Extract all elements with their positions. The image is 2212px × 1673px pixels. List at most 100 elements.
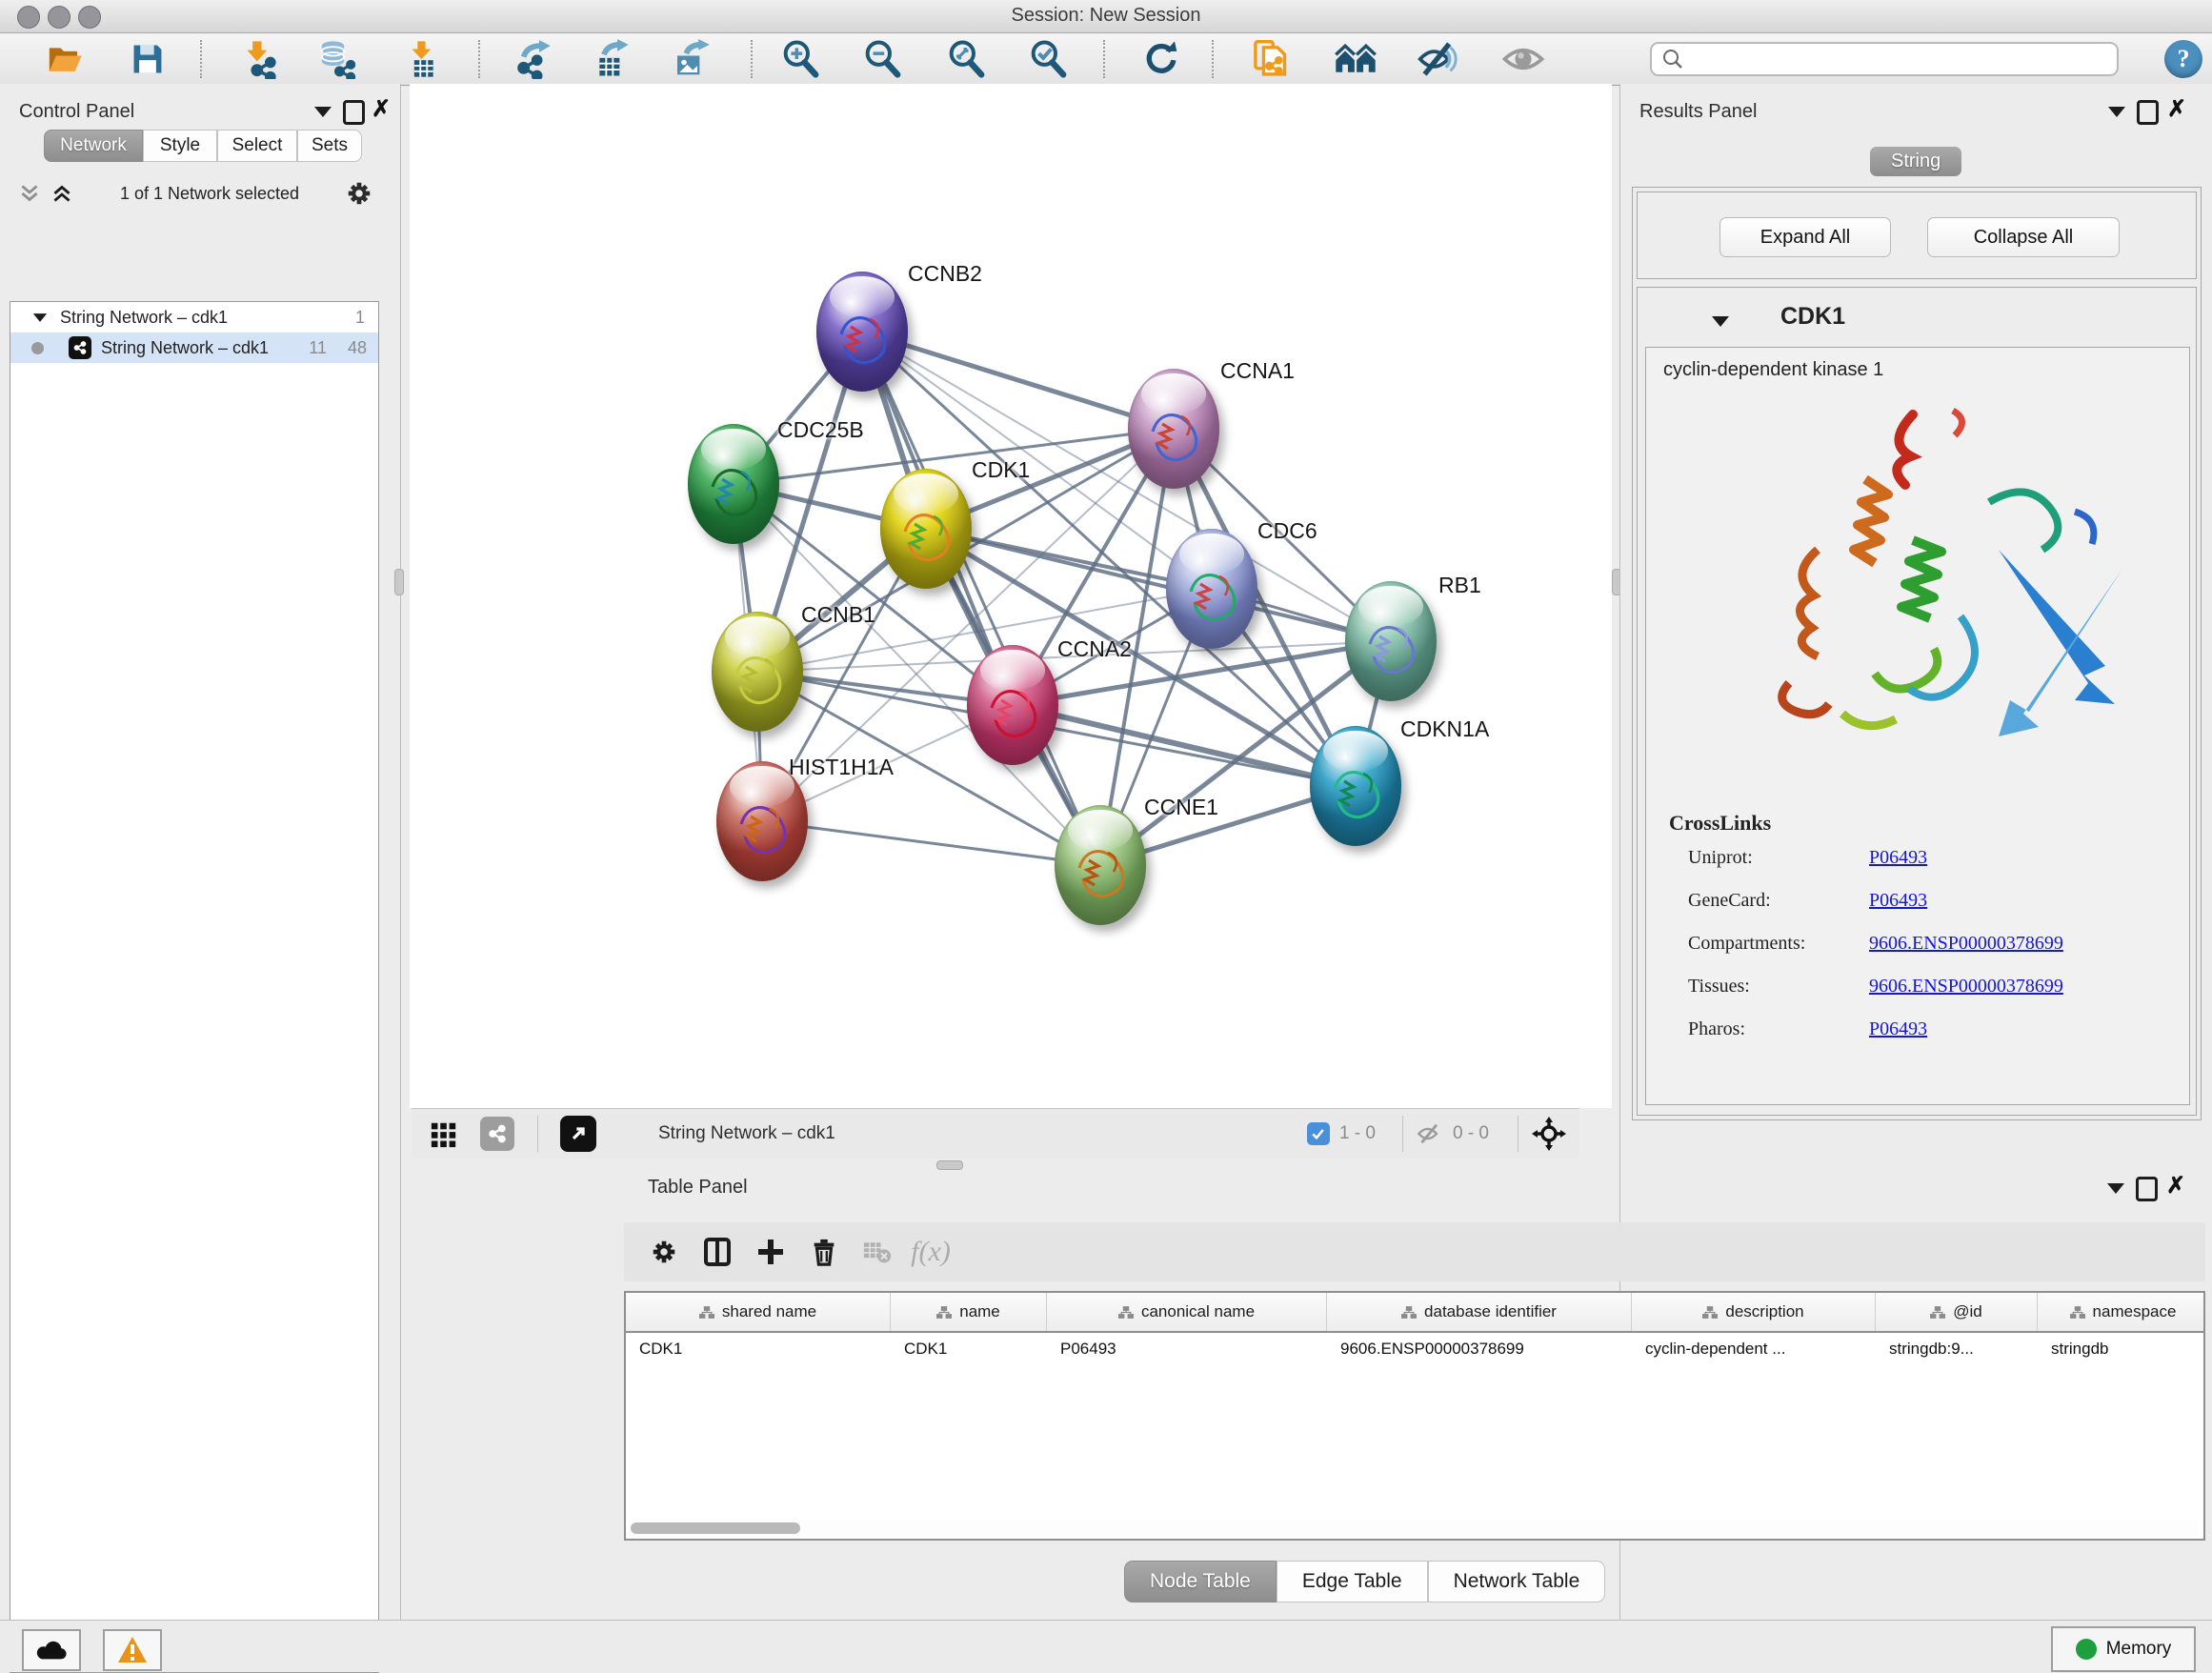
table-cell[interactable]: CDK1 [626,1333,891,1367]
delete-table-button[interactable] [851,1227,904,1277]
tab-network-table[interactable]: Network Table [1428,1561,1606,1602]
column-header-description[interactable]: description [1632,1293,1876,1331]
table-hscrollbar[interactable] [629,1521,2199,1536]
column-header-database-identifier[interactable]: database identifier [1327,1293,1632,1331]
import-network-file-button[interactable] [236,38,280,80]
tab-node-table[interactable]: Node Table [1124,1561,1277,1602]
expand-all-button[interactable]: Expand All [1719,217,1891,257]
show-columns-button[interactable] [691,1227,744,1277]
zoom-out-button[interactable] [861,38,905,80]
node-CCNE1[interactable] [1055,805,1146,925]
network-view-mode-button[interactable] [471,1109,524,1159]
table-panel-float-icon[interactable] [2136,1177,2158,1201]
gene-expander-icon[interactable] [1712,316,1729,327]
help-button[interactable]: ? [2164,40,2202,78]
node-CCNA1[interactable] [1128,369,1219,489]
crosslink-link[interactable]: 9606.ENSP00000378699 [1869,933,2063,955]
node-CCNA2[interactable] [967,645,1058,765]
tab-string[interactable]: String [1870,147,1961,176]
edge-CCNB2-CCNA1[interactable] [862,332,1174,429]
left-splitter-handle[interactable] [394,569,404,595]
grid-view-button[interactable] [417,1109,471,1159]
control-panel-float-icon[interactable] [343,100,365,125]
traffic-light-zoom[interactable] [78,6,101,29]
control-panel-menu-icon[interactable] [314,107,332,117]
control-panel-close-icon[interactable]: ✗ [372,100,391,119]
node-RB1[interactable] [1345,581,1437,701]
crosslink-link[interactable]: P06493 [1869,1018,1927,1040]
node-CDC6[interactable] [1166,529,1257,649]
results-panel-menu-icon[interactable] [2108,107,2125,117]
cloud-button[interactable] [22,1629,81,1671]
collapse-all-button[interactable]: Collapse All [1927,217,2120,257]
warnings-button[interactable] [103,1629,162,1671]
hide-selected-button[interactable] [1416,38,1459,80]
import-network-database-button[interactable] [314,38,358,80]
results-panel-close-icon[interactable]: ✗ [2167,100,2186,119]
expand-all-icon[interactable] [50,181,74,206]
table-row[interactable]: CDK1CDK1P064939606.ENSP00000378699cyclin… [626,1333,2203,1367]
traffic-light-minimize[interactable] [48,6,70,29]
open-session-button[interactable] [42,38,86,80]
zoom-selected-button[interactable] [1027,38,1071,80]
apply-layout-button[interactable] [1139,38,1183,80]
save-session-button[interactable] [126,38,170,80]
tab-network[interactable]: Network [44,130,143,162]
column-header-canonical-name[interactable]: canonical name [1047,1293,1327,1331]
node-CCNB2[interactable] [816,272,908,392]
node-CCNB1[interactable] [712,612,803,732]
column-header-namespace[interactable]: namespace [2038,1293,2205,1331]
table-cell[interactable]: stringdb:9... [1876,1333,2038,1367]
create-column-button[interactable] [744,1227,797,1277]
node-CDK1[interactable] [880,469,972,589]
edge-HIST1H1A-CCNE1[interactable] [762,821,1100,865]
table-settings-button[interactable] [637,1227,691,1277]
hscroll-thumb[interactable] [631,1522,800,1534]
table-cell[interactable]: 9606.ENSP00000378699 [1327,1333,1632,1367]
tree-expander-icon[interactable] [33,313,47,322]
edge-CDK1-RB1[interactable] [926,529,1391,641]
crosslink-link[interactable]: P06493 [1869,847,1927,869]
network-canvas[interactable]: CCNB2 CCNA1 CDC25B CDK1 CDC6 RB1 [410,84,1612,1108]
collapse-all-icon[interactable] [17,181,42,206]
gear-icon[interactable] [345,179,373,208]
network-row-selected[interactable]: String Network – cdk1 11 48 [10,333,378,363]
pan-crosshair-icon[interactable] [1532,1117,1566,1151]
export-network-button[interactable] [511,38,554,80]
birdseye-view-button[interactable] [552,1109,605,1159]
table-cell[interactable]: CDK1 [891,1333,1047,1367]
table-cell[interactable]: cyclin-dependent ... [1632,1333,1876,1367]
tab-select[interactable]: Select [217,130,297,162]
function-builder-button[interactable]: f(x) [904,1227,957,1277]
network-collection-row[interactable]: String Network – cdk1 1 [10,302,378,333]
clone-network-button[interactable] [1250,38,1294,80]
edge-CCNB2-CCNE1[interactable] [862,332,1100,865]
table-panel-menu-icon[interactable] [2107,1183,2124,1194]
node-CDC25B[interactable] [688,424,779,544]
memory-button[interactable]: Memory [2051,1626,2196,1672]
bottom-splitter-handle[interactable] [936,1160,963,1170]
search-input[interactable] [1684,49,2098,70]
column-header-name[interactable]: name [891,1293,1047,1331]
node-table[interactable]: shared namenamecanonical namedatabase id… [624,1291,2205,1541]
table-panel-close-icon[interactable]: ✗ [2166,1177,2185,1196]
first-neighbors-button[interactable] [1334,38,1377,80]
delete-column-button[interactable] [797,1227,851,1277]
crosslink-link[interactable]: P06493 [1869,890,1927,912]
crosslink-link[interactable]: 9606.ENSP00000378699 [1869,976,2063,998]
show-all-button[interactable] [1501,38,1545,80]
tab-style[interactable]: Style [143,130,217,162]
table-cell[interactable]: stringdb [2038,1333,2205,1367]
export-image-button[interactable] [669,38,713,80]
node-CDKN1A[interactable] [1310,726,1401,846]
zoom-fit-button[interactable] [945,38,989,80]
selected-checkbox-icon[interactable] [1307,1122,1330,1145]
table-cell[interactable]: P06493 [1047,1333,1327,1367]
column-header-shared-name[interactable]: shared name [626,1293,891,1331]
tab-edge-table[interactable]: Edge Table [1277,1561,1428,1602]
column-header--id[interactable]: @id [1876,1293,2038,1331]
results-panel-float-icon[interactable] [2137,100,2159,125]
import-table-button[interactable] [400,38,444,80]
tab-sets[interactable]: Sets [297,130,362,162]
zoom-in-button[interactable] [779,38,823,80]
